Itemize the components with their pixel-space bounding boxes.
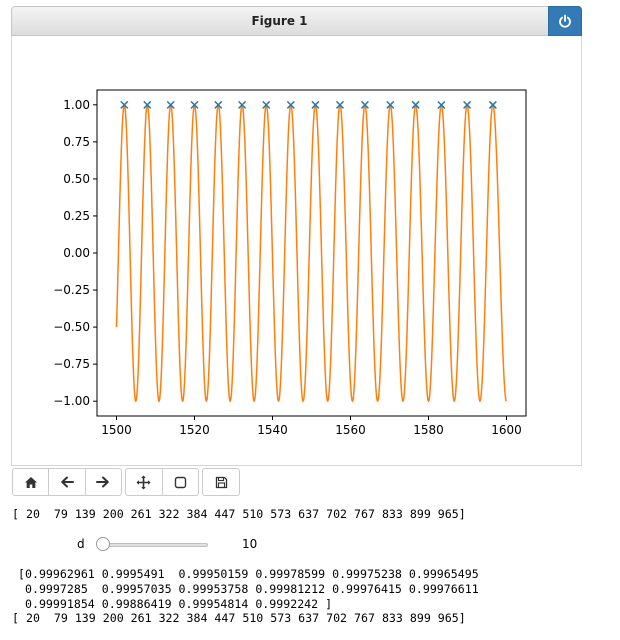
save-button-group (202, 468, 240, 496)
home-icon (24, 476, 37, 488)
x-tick-label: 1580 (413, 423, 444, 437)
slider-track[interactable] (104, 543, 208, 547)
peaks-output-1: [ 20 79 139 200 261 322 384 447 510 573 … (12, 507, 466, 521)
back-button[interactable] (49, 469, 86, 495)
zoom-button[interactable] (163, 469, 199, 495)
y-tick-label: −0.75 (53, 357, 90, 371)
slider-label: d (77, 537, 85, 551)
y-tick-label: 1.00 (63, 98, 90, 112)
power-icon (559, 14, 571, 28)
zoom-rect-icon (174, 476, 186, 488)
floppy-icon (215, 476, 227, 488)
y-tick-label: −0.50 (53, 320, 90, 334)
y-tick-label: −0.25 (53, 283, 90, 297)
x-tick-label: 1560 (335, 423, 366, 437)
y-tick-label: 0.75 (63, 135, 90, 149)
nav-button-group (12, 468, 122, 496)
figure-canvas-area[interactable]: 1.00 0.75 0.50 0.25 0.00 −0.25 −0.50 −0.75 −1.00… (11, 36, 582, 466)
chart[interactable]: 1.00 0.75 0.50 0.25 0.00 −0.25 −0.50 −0.75 −1.00… (12, 36, 581, 465)
arrow-right-icon (96, 476, 110, 488)
figure-header: Figure 1 (11, 6, 582, 36)
y-tick-label: 0.50 (63, 172, 90, 186)
peaks-output-2: [ 20 79 139 200 261 322 384 447 510 573 … (12, 611, 466, 625)
y-tick-label: 0.00 (63, 246, 90, 260)
values-output-line-2: 0.9997285 0.99957035 0.99953758 0.999812… (18, 582, 479, 596)
x-tick-label: 1500 (101, 423, 132, 437)
arrow-left-icon (61, 476, 74, 488)
move-icon (136, 475, 151, 489)
x-tick-label: 1600 (491, 423, 522, 437)
x-tick-label: 1540 (257, 423, 288, 437)
x-tick-label: 1520 (179, 423, 210, 437)
series-line-orange (115, 103, 508, 403)
values-output-line-1: [0.99962961 0.9995491 0.99950159 0.99978… (18, 567, 479, 581)
pan-button[interactable] (126, 469, 163, 495)
slider-value: 10 (242, 537, 258, 551)
forward-button[interactable] (86, 469, 121, 495)
save-button[interactable] (203, 469, 239, 495)
home-button[interactable] (13, 469, 50, 495)
pan-zoom-button-group (125, 468, 199, 496)
values-output-line-3: 0.99991854 0.99886419 0.99954814 0.99922… (18, 597, 333, 611)
peak-marker (437, 100, 446, 110)
y-tick-label: −1.00 (53, 394, 90, 408)
slider-handle[interactable] (96, 537, 110, 551)
y-tick-label: 0.25 (63, 209, 90, 223)
figure-title: Figure 1 (251, 14, 308, 28)
close-figure-button[interactable] (548, 6, 582, 36)
